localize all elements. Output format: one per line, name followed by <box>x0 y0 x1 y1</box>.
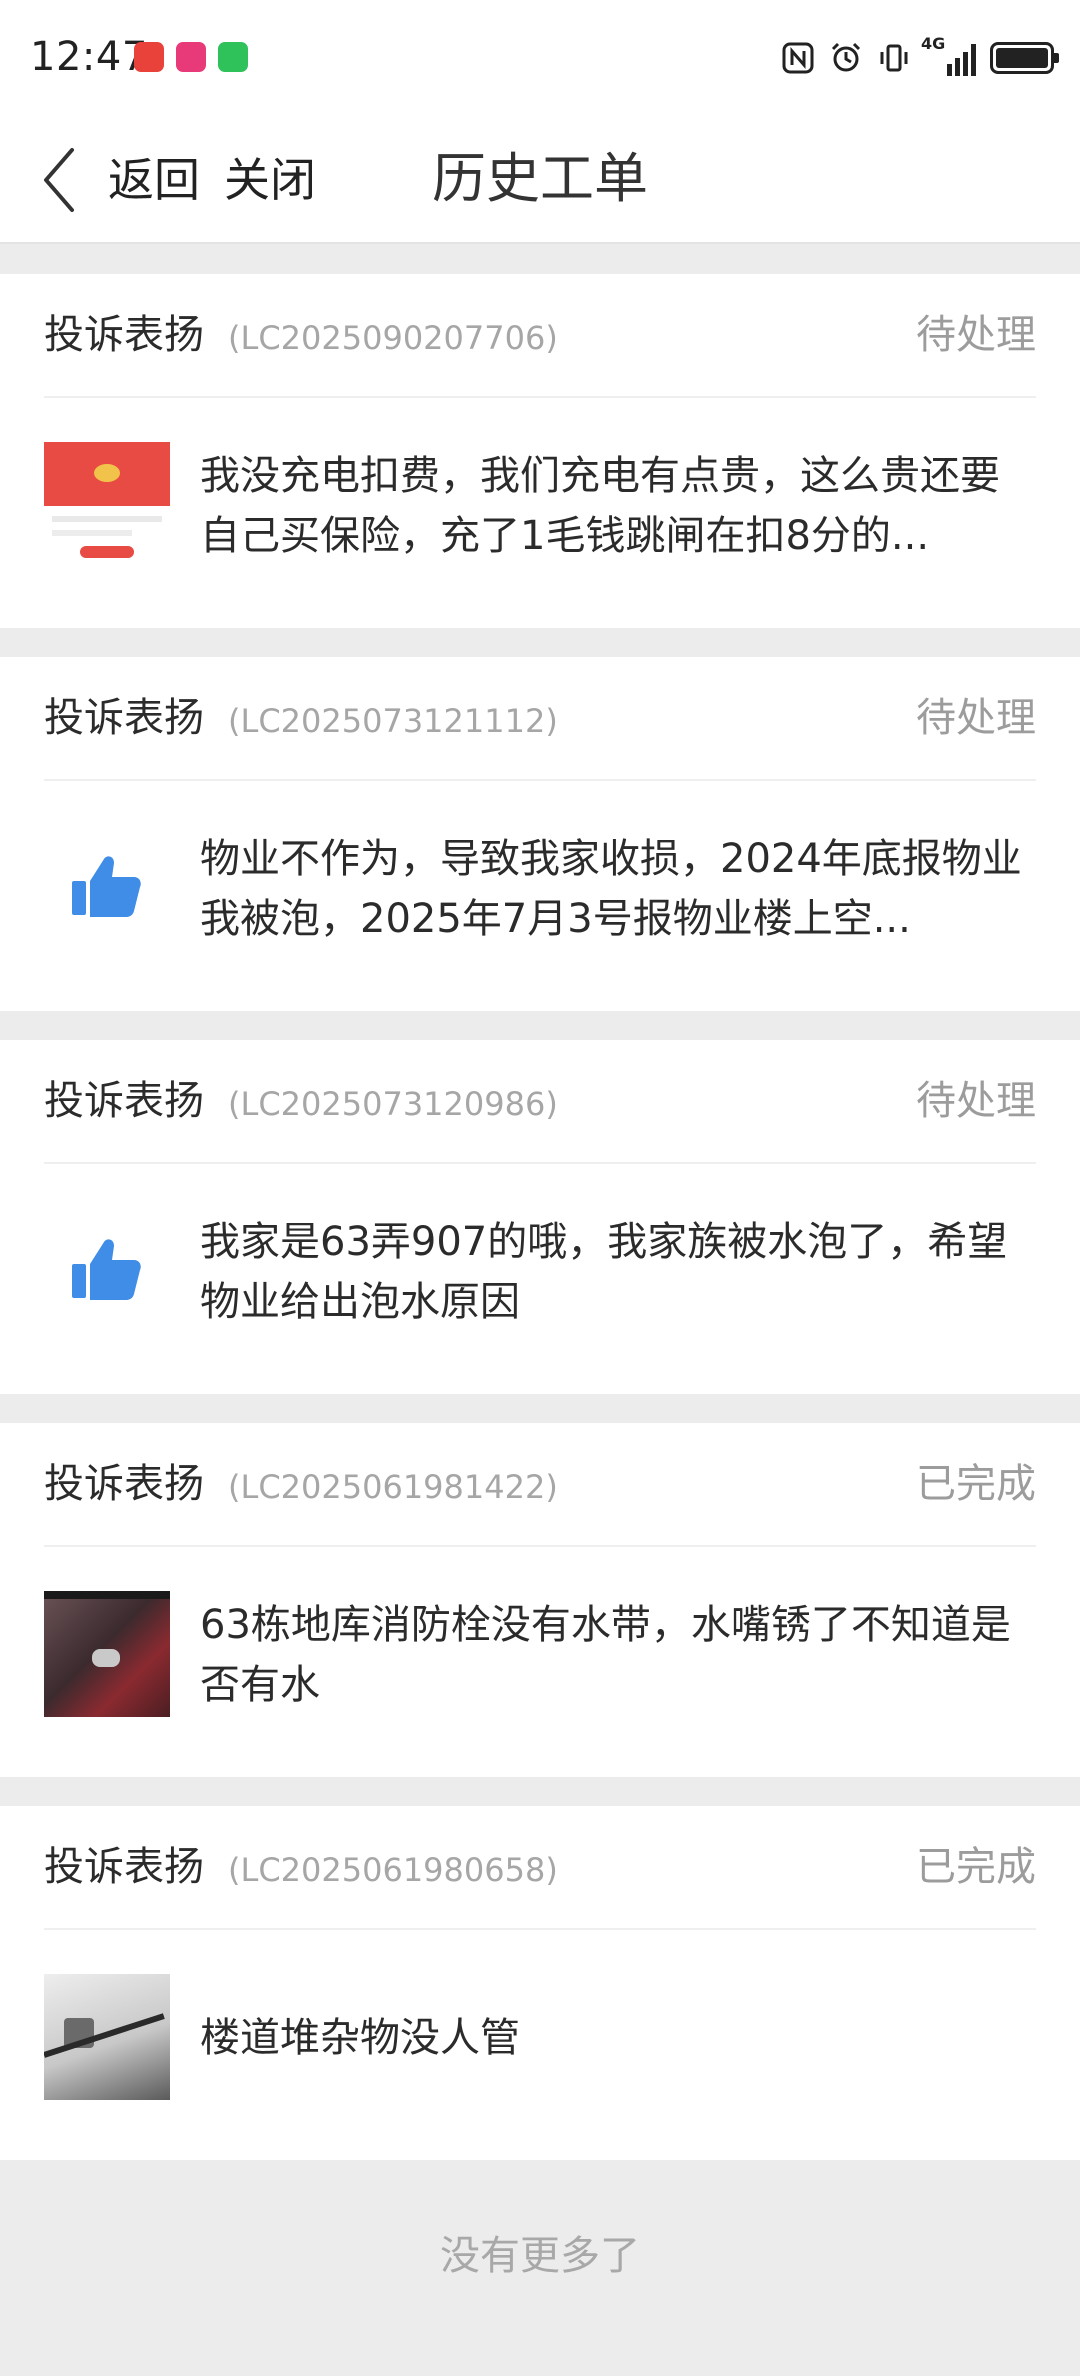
ticket-card[interactable]: 投诉表扬 (LC2025073121112) 待处理 物业不作为，导致我家收损，… <box>0 657 1080 1011</box>
ticket-status: 已完成 <box>916 1844 1036 1890</box>
ticket-description: 楼道堆杂物没人管 <box>200 2015 520 2061</box>
ticket-description: 我家是63弄907的哦，我家族被水泡了，希望物业给出泡水原因 <box>200 1219 1008 1325</box>
no-more-label: 没有更多了 <box>440 2233 640 2279</box>
network-type-label: 4G <box>921 34 946 53</box>
ticket-thumbnail[interactable] <box>44 1974 170 2100</box>
ticket-status: 已完成 <box>916 1461 1036 1507</box>
status-bar: 12:47 4G <box>0 0 1080 116</box>
ticket-code: (LC2025073120986) <box>228 1085 558 1123</box>
ticket-description: 我没充电扣费，我们充电有点贵，这么贵还要自己买保险，充了1毛钱跳闸在扣8分的..… <box>200 453 1000 559</box>
thumbs-up-icon <box>72 856 141 917</box>
ticket-card[interactable]: 投诉表扬 (LC2025061980658) 已完成 楼道堆杂物没人管 <box>0 1806 1080 2160</box>
ticket-status: 待处理 <box>916 1078 1036 1124</box>
wechat-notification-icon <box>218 42 248 72</box>
signal-icon: 4G <box>921 36 976 76</box>
ticket-type: 投诉表扬 <box>44 695 204 741</box>
ticket-header: 投诉表扬 (LC2025090207706) 待处理 <box>44 274 1036 398</box>
vibrate-icon <box>880 44 908 72</box>
ticket-code: (LC2025061981422) <box>228 1468 558 1506</box>
ticket-type: 投诉表扬 <box>44 312 204 358</box>
ticket-description: 63栋地库消防栓没有水带，水嘴锈了不知道是否有水 <box>200 1602 1011 1708</box>
page-title: 历史工单 <box>432 147 648 210</box>
ticket-card[interactable]: 投诉表扬 (LC2025090207706) 待处理 我没充电扣费，我们充电有点… <box>0 274 1080 628</box>
ticket-type: 投诉表扬 <box>44 1461 204 1507</box>
app-notification-icon <box>176 42 206 72</box>
ticket-status: 待处理 <box>916 312 1036 358</box>
ticket-code: (LC2025061980658) <box>228 1851 558 1889</box>
ticket-code: (LC2025090207706) <box>228 319 558 357</box>
ticket-list: 投诉表扬 (LC2025090207706) 待处理 我没充电扣费，我们充电有点… <box>0 274 1080 2189</box>
alarm-icon <box>831 42 861 72</box>
ticket-thumbnail[interactable] <box>44 1591 170 1717</box>
ticket-header: 投诉表扬 (LC2025073121112) 待处理 <box>44 657 1036 781</box>
ticket-type: 投诉表扬 <box>44 1078 204 1124</box>
nav-header: 返回 关闭 历史工单 <box>0 116 1080 244</box>
app-notification-icon <box>134 42 164 72</box>
status-indicators: 4G <box>781 36 1059 78</box>
ticket-header: 投诉表扬 (LC2025073120986) 待处理 <box>44 1040 1036 1164</box>
status-time: 12:47 <box>30 34 148 80</box>
ticket-type: 投诉表扬 <box>44 1844 204 1890</box>
ticket-header: 投诉表扬 (LC2025061981422) 已完成 <box>44 1423 1036 1547</box>
ticket-status: 待处理 <box>916 695 1036 741</box>
ticket-card[interactable]: 投诉表扬 (LC2025073120986) 待处理 我家是63弄907的哦，我… <box>0 1040 1080 1394</box>
ticket-description: 物业不作为，导致我家收损，2024年底报物业我被泡，2025年7月3号报物业楼上… <box>200 836 1022 942</box>
battery-icon <box>990 42 1059 74</box>
ticket-thumbnail[interactable] <box>44 442 170 568</box>
ticket-header: 投诉表扬 (LC2025061980658) 已完成 <box>44 1806 1036 1930</box>
nfc-icon <box>782 42 814 74</box>
ticket-code: (LC2025073121112) <box>228 702 558 740</box>
thumbs-up-icon <box>72 1239 141 1300</box>
ticket-card[interactable]: 投诉表扬 (LC2025061981422) 已完成 63栋地库消防栓没有水带，… <box>0 1423 1080 1777</box>
